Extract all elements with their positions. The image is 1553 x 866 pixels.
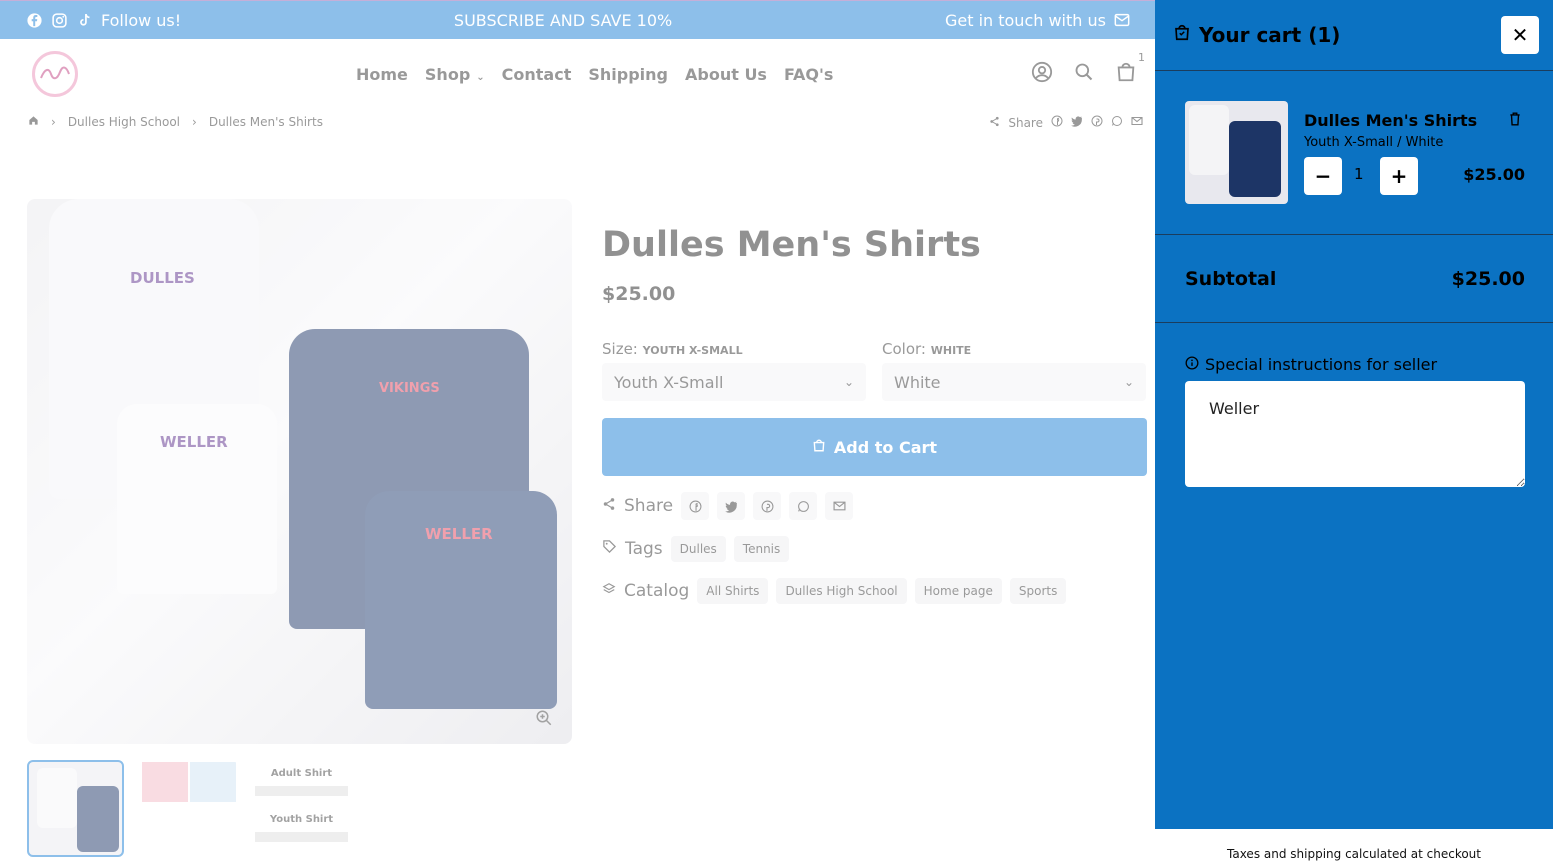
instructions-label: Special instructions for seller xyxy=(1185,355,1525,374)
product-page: Follow us! SUBSCRIBE AND SAVE 10% Get in… xyxy=(0,0,1155,866)
cart-footer: Taxes and shipping calculated at checkou… xyxy=(1155,829,1553,866)
cart-subtotal: Subtotal $25.00 xyxy=(1155,235,1553,323)
minus-icon: − xyxy=(1314,164,1332,188)
instructions-label-text: Special instructions for seller xyxy=(1205,355,1438,374)
bag-icon xyxy=(1173,23,1191,47)
page-dim-overlay[interactable] xyxy=(0,0,1155,866)
trash-icon[interactable] xyxy=(1507,111,1523,127)
subtotal-value: $25.00 xyxy=(1451,267,1525,290)
quantity-value[interactable]: 1 xyxy=(1354,165,1364,183)
instructions-textarea[interactable]: Weller xyxy=(1185,381,1525,487)
close-icon: ✕ xyxy=(1511,23,1529,47)
close-cart-button[interactable]: ✕ xyxy=(1501,16,1539,54)
plus-icon: + xyxy=(1390,164,1408,188)
taxes-note: Taxes and shipping calculated at checkou… xyxy=(1227,847,1481,861)
cart-drawer: Your cart (1) ✕ Dulles Men's Shirts Yout… xyxy=(1155,0,1553,866)
subtotal-label: Subtotal xyxy=(1185,267,1277,290)
cart-title-text: Your cart (1) xyxy=(1199,23,1341,47)
increase-quantity-button[interactable]: + xyxy=(1380,157,1418,195)
special-instructions: Special instructions for seller Weller xyxy=(1155,323,1553,491)
cart-item-name[interactable]: Dulles Men's Shirts xyxy=(1304,111,1477,130)
info-icon xyxy=(1185,355,1199,374)
cart-item-price: $25.00 xyxy=(1463,165,1525,184)
cart-item-variant: Youth X-Small / White xyxy=(1304,135,1444,150)
cart-header: Your cart (1) ✕ xyxy=(1155,0,1553,71)
cart-line-item: Dulles Men's Shirts Youth X-Small / Whit… xyxy=(1155,71,1553,235)
cart-item-image[interactable] xyxy=(1185,101,1288,204)
decrease-quantity-button[interactable]: − xyxy=(1304,157,1342,195)
cart-title: Your cart (1) xyxy=(1173,23,1340,47)
